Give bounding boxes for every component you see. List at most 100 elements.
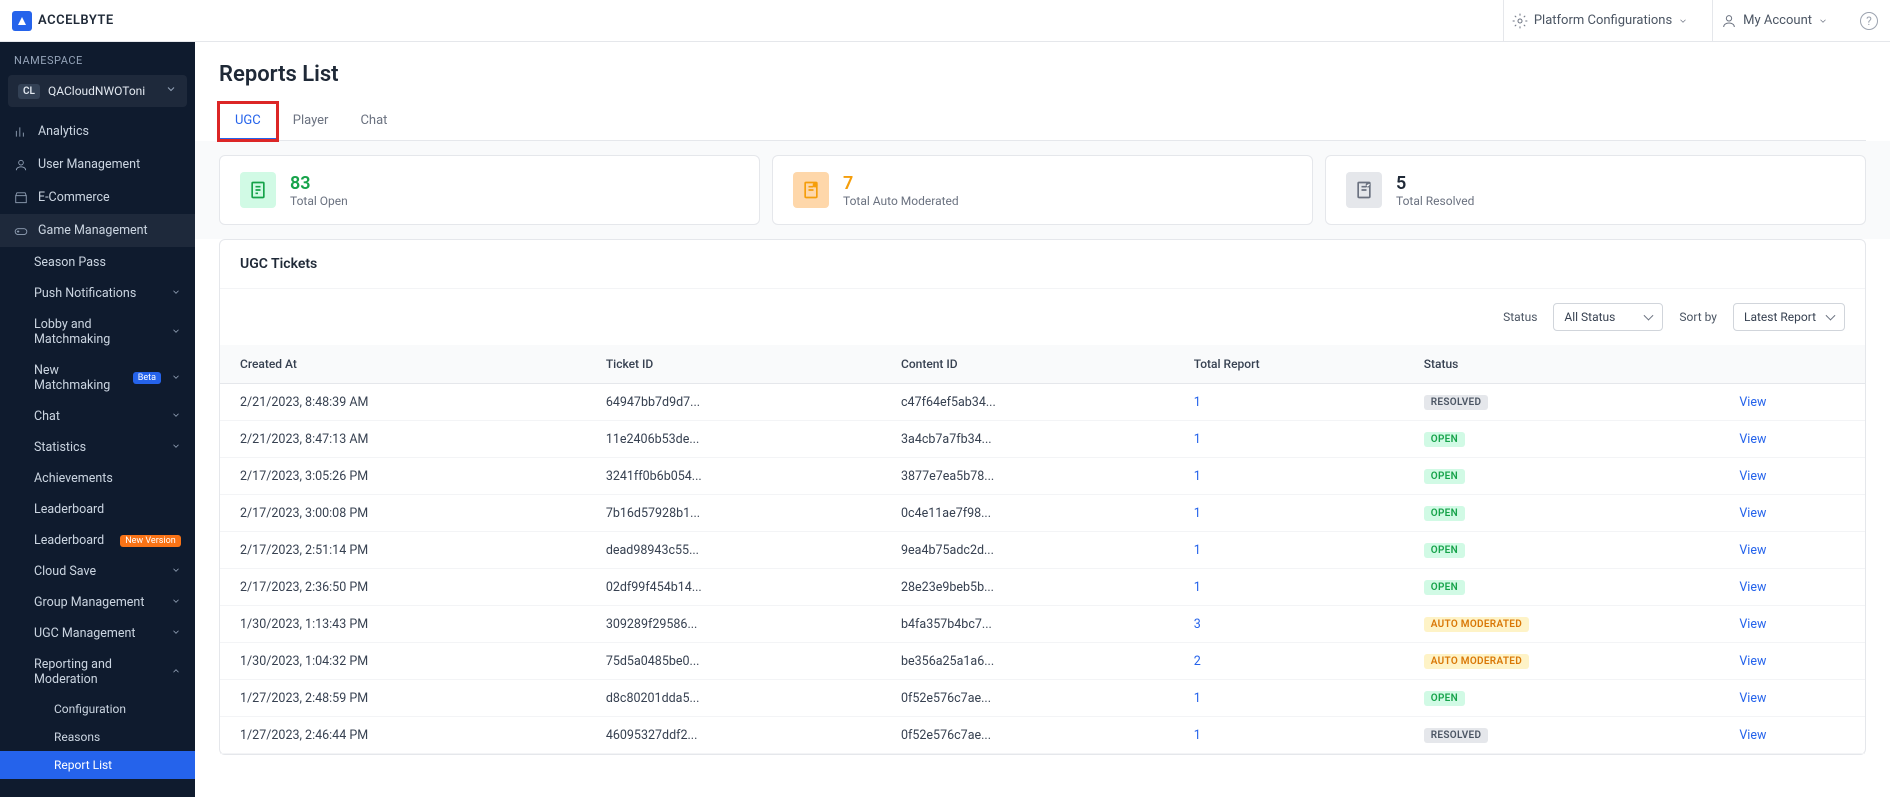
beta-badge: Beta bbox=[133, 372, 161, 384]
help-button[interactable]: ? bbox=[1852, 0, 1878, 42]
sidebar-item-ugc-management[interactable]: UGC Management bbox=[34, 618, 195, 649]
platform-config-menu[interactable]: Platform Configurations bbox=[1503, 0, 1696, 42]
stat-open-value: 83 bbox=[290, 173, 348, 194]
help-icon: ? bbox=[1860, 12, 1878, 30]
cell-action: View bbox=[1719, 421, 1865, 458]
sidebar-item-user-management[interactable]: User Management bbox=[0, 148, 195, 181]
cell-created: 2/21/2023, 8:47:13 AM bbox=[220, 421, 586, 458]
col-total: Total Report bbox=[1174, 345, 1404, 384]
sidebar-item-group-management[interactable]: Group Management bbox=[34, 587, 195, 618]
table-row: 2/17/2023, 2:51:14 PMdead98943c55...9ea4… bbox=[220, 532, 1865, 569]
tab-player[interactable]: Player bbox=[277, 103, 345, 140]
sidebar-item-season-pass[interactable]: Season Pass bbox=[34, 247, 195, 278]
stat-open-label: Total Open bbox=[290, 194, 348, 208]
sidebar-item-report-list[interactable]: Report List bbox=[0, 751, 195, 779]
chevron-down-icon bbox=[171, 564, 181, 579]
col-actions bbox=[1719, 345, 1865, 384]
sidebar-item-configuration[interactable]: Configuration bbox=[54, 695, 195, 723]
sidebar-item-new-matchmaking[interactable]: New MatchmakingBeta bbox=[34, 355, 195, 401]
sidebar-item-label: Cloud Save bbox=[34, 564, 96, 579]
status-badge: OPEN bbox=[1424, 469, 1465, 484]
cell-content: 3a4cb7a7fb34... bbox=[881, 421, 1174, 458]
sort-filter-label: Sort by bbox=[1679, 310, 1717, 324]
status-badge: OPEN bbox=[1424, 691, 1465, 706]
gamepad-icon bbox=[14, 224, 28, 238]
logo-mark-icon bbox=[12, 11, 32, 31]
sidebar-item-cloud-save[interactable]: Cloud Save bbox=[34, 556, 195, 587]
sidebar-item-game-management[interactable]: Game Management bbox=[0, 214, 195, 247]
view-link[interactable]: View bbox=[1739, 395, 1766, 410]
cell-action: View bbox=[1719, 643, 1865, 680]
cell-action: View bbox=[1719, 717, 1865, 754]
view-link[interactable]: View bbox=[1739, 506, 1766, 521]
cell-created: 2/17/2023, 2:36:50 PM bbox=[220, 569, 586, 606]
stat-card-resolved: 5 Total Resolved bbox=[1325, 155, 1866, 225]
user-icon bbox=[1721, 13, 1737, 29]
cell-content: be356a25a1a6... bbox=[881, 643, 1174, 680]
sidebar-item-reporting-moderation[interactable]: Reporting and Moderation bbox=[34, 649, 195, 695]
tab-chat[interactable]: Chat bbox=[344, 103, 403, 140]
sidebar-item-chat[interactable]: Chat bbox=[34, 401, 195, 432]
cell-status: OPEN bbox=[1404, 458, 1720, 495]
main-content: Reports List UGC Player Chat 83 Total Op… bbox=[195, 42, 1890, 797]
cell-total: 1 bbox=[1174, 458, 1404, 495]
sidebar-item-ecommerce[interactable]: E-Commerce bbox=[0, 181, 195, 214]
sidebar-item-label: Analytics bbox=[38, 124, 89, 139]
sidebar-item-leaderboard[interactable]: Leaderboard bbox=[34, 494, 195, 525]
chevron-down-icon bbox=[171, 595, 181, 610]
brand-logo[interactable]: ACCELBYTE bbox=[12, 11, 114, 31]
stat-resolved-value: 5 bbox=[1396, 173, 1474, 194]
sidebar-item-reasons[interactable]: Reasons bbox=[54, 723, 195, 751]
table-row: 2/21/2023, 8:47:13 AM11e2406b53de...3a4c… bbox=[220, 421, 1865, 458]
sidebar-item-analytics[interactable]: Analytics bbox=[0, 115, 195, 148]
sort-filter-select[interactable]: Latest Report bbox=[1733, 303, 1845, 331]
cell-status: OPEN bbox=[1404, 569, 1720, 606]
status-badge: RESOLVED bbox=[1424, 395, 1489, 410]
sidebar-item-lobby-matchmaking[interactable]: Lobby and Matchmaking bbox=[34, 309, 195, 355]
sidebar-item-leaderboard-new[interactable]: LeaderboardNew Version bbox=[34, 525, 195, 556]
status-badge: OPEN bbox=[1424, 432, 1465, 447]
cell-created: 1/27/2023, 2:48:59 PM bbox=[220, 680, 586, 717]
view-link[interactable]: View bbox=[1739, 617, 1766, 632]
tab-ugc[interactable]: UGC bbox=[219, 103, 277, 140]
cell-created: 1/30/2023, 1:04:32 PM bbox=[220, 643, 586, 680]
view-link[interactable]: View bbox=[1739, 654, 1766, 669]
namespace-selector[interactable]: CL QACloudNWOToni bbox=[8, 75, 187, 107]
my-account-menu[interactable]: My Account bbox=[1712, 0, 1836, 42]
chevron-down-icon bbox=[171, 626, 181, 641]
stat-resolved-label: Total Resolved bbox=[1396, 194, 1474, 208]
sidebar-item-achievements[interactable]: Achievements bbox=[34, 463, 195, 494]
view-link[interactable]: View bbox=[1739, 580, 1766, 595]
stat-auto-label: Total Auto Moderated bbox=[843, 194, 959, 208]
sidebar-item-push-notifications[interactable]: Push Notifications bbox=[34, 278, 195, 309]
cell-total: 1 bbox=[1174, 680, 1404, 717]
cell-content: 0f52e576c7ae... bbox=[881, 717, 1174, 754]
sidebar-item-label: E-Commerce bbox=[38, 190, 110, 205]
view-link[interactable]: View bbox=[1739, 432, 1766, 447]
table-row: 1/27/2023, 2:46:44 PM46095327ddf2...0f52… bbox=[220, 717, 1865, 754]
sidebar-item-statistics[interactable]: Statistics bbox=[34, 432, 195, 463]
bar-chart-icon bbox=[14, 125, 28, 139]
cell-total: 1 bbox=[1174, 717, 1404, 754]
sidebar-item-label: Chat bbox=[34, 409, 60, 424]
status-badge: AUTO MODERATED bbox=[1424, 654, 1529, 669]
cell-ticket: 309289f29586... bbox=[586, 606, 881, 643]
stats-row: 83 Total Open 7 Total Auto Moderated 5 T… bbox=[195, 141, 1890, 239]
view-link[interactable]: View bbox=[1739, 469, 1766, 484]
sidebar-item-label: Report List bbox=[54, 758, 112, 772]
cell-ticket: 75d5a0485be0... bbox=[586, 643, 881, 680]
cell-ticket: 11e2406b53de... bbox=[586, 421, 881, 458]
gear-icon bbox=[1512, 13, 1528, 29]
cell-created: 1/27/2023, 2:46:44 PM bbox=[220, 717, 586, 754]
sidebar-item-label: Leaderboard bbox=[34, 502, 104, 517]
cell-content: c47f64ef5ab34... bbox=[881, 384, 1174, 421]
cell-action: View bbox=[1719, 680, 1865, 717]
cell-ticket: d8c80201dda5... bbox=[586, 680, 881, 717]
tickets-title: UGC Tickets bbox=[220, 240, 1865, 289]
view-link[interactable]: View bbox=[1739, 691, 1766, 706]
status-filter-select[interactable]: All Status bbox=[1553, 303, 1663, 331]
cell-created: 1/30/2023, 1:13:43 PM bbox=[220, 606, 586, 643]
view-link[interactable]: View bbox=[1739, 728, 1766, 743]
view-link[interactable]: View bbox=[1739, 543, 1766, 558]
cell-total: 1 bbox=[1174, 569, 1404, 606]
